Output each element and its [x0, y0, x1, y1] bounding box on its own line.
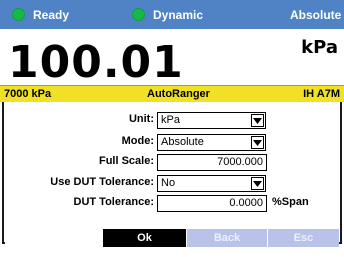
- chevron-down-icon[interactable]: [251, 136, 264, 149]
- dut-tolerance-row: DUT Tolerance: 0.0000 %Span: [4, 195, 340, 213]
- button-bar-spacer: [5, 229, 103, 247]
- chevron-down-icon[interactable]: [251, 114, 264, 127]
- unit-field-label: Unit:: [128, 113, 154, 125]
- full-scale-row: Full Scale: 7000.000: [4, 154, 340, 172]
- back-button[interactable]: Back: [186, 229, 267, 247]
- esc-button[interactable]: Esc: [267, 229, 339, 247]
- full-scale-input[interactable]: 7000.000: [157, 154, 267, 171]
- status-ready: Ready: [12, 0, 69, 29]
- dut-tolerance-unit: %Span: [272, 196, 309, 208]
- unit-select[interactable]: kPa: [157, 112, 266, 129]
- reading-area: 100.01 kPa: [0, 29, 344, 85]
- use-dut-tolerance-row: Use DUT Tolerance: No: [4, 175, 340, 193]
- ok-button[interactable]: Ok: [103, 229, 186, 247]
- mode-select[interactable]: Absolute: [157, 134, 266, 151]
- dut-tolerance-input[interactable]: 0.0000: [157, 195, 267, 212]
- dut-tolerance-field-label: DUT Tolerance:: [73, 196, 154, 208]
- use-dut-tolerance-field-label: Use DUT Tolerance:: [50, 176, 154, 188]
- unit-select-value: kPa: [161, 114, 180, 126]
- chevron-down-icon[interactable]: [251, 177, 264, 190]
- status-ready-label: Ready: [33, 7, 70, 22]
- range-label: 7000 kPa: [4, 88, 52, 100]
- settings-form: Unit: kPa Mode: Absolute Full Scale: 700…: [2, 102, 342, 244]
- pressure-reading: 100.01: [8, 37, 184, 88]
- mode-field-label: Mode:: [121, 135, 154, 147]
- autoranger-label: AutoRanger: [147, 88, 210, 100]
- reading-unit: kPa: [301, 37, 338, 58]
- status-dynamic: Dynamic: [132, 0, 203, 29]
- use-dut-tolerance-select[interactable]: No: [157, 175, 266, 192]
- info-bar: 7000 kPa AutoRanger IH A7M: [0, 85, 344, 102]
- full-scale-field-label: Full Scale:: [98, 155, 154, 167]
- status-bar: Ready Dynamic Absolute: [0, 0, 344, 29]
- status-absolute-label: Absolute: [290, 7, 342, 22]
- module-label: IH A7M: [303, 88, 340, 100]
- ready-indicator-icon: [12, 8, 25, 21]
- status-absolute: Absolute: [290, 0, 341, 29]
- use-dut-tolerance-value: No: [161, 177, 176, 189]
- status-dynamic-label: Dynamic: [153, 7, 204, 22]
- mode-row: Mode: Absolute: [4, 134, 340, 152]
- dynamic-indicator-icon: [132, 8, 145, 21]
- mode-select-value: Absolute: [161, 136, 204, 148]
- button-bar: Ok Back Esc: [5, 229, 339, 247]
- unit-row: Unit: kPa: [4, 112, 340, 130]
